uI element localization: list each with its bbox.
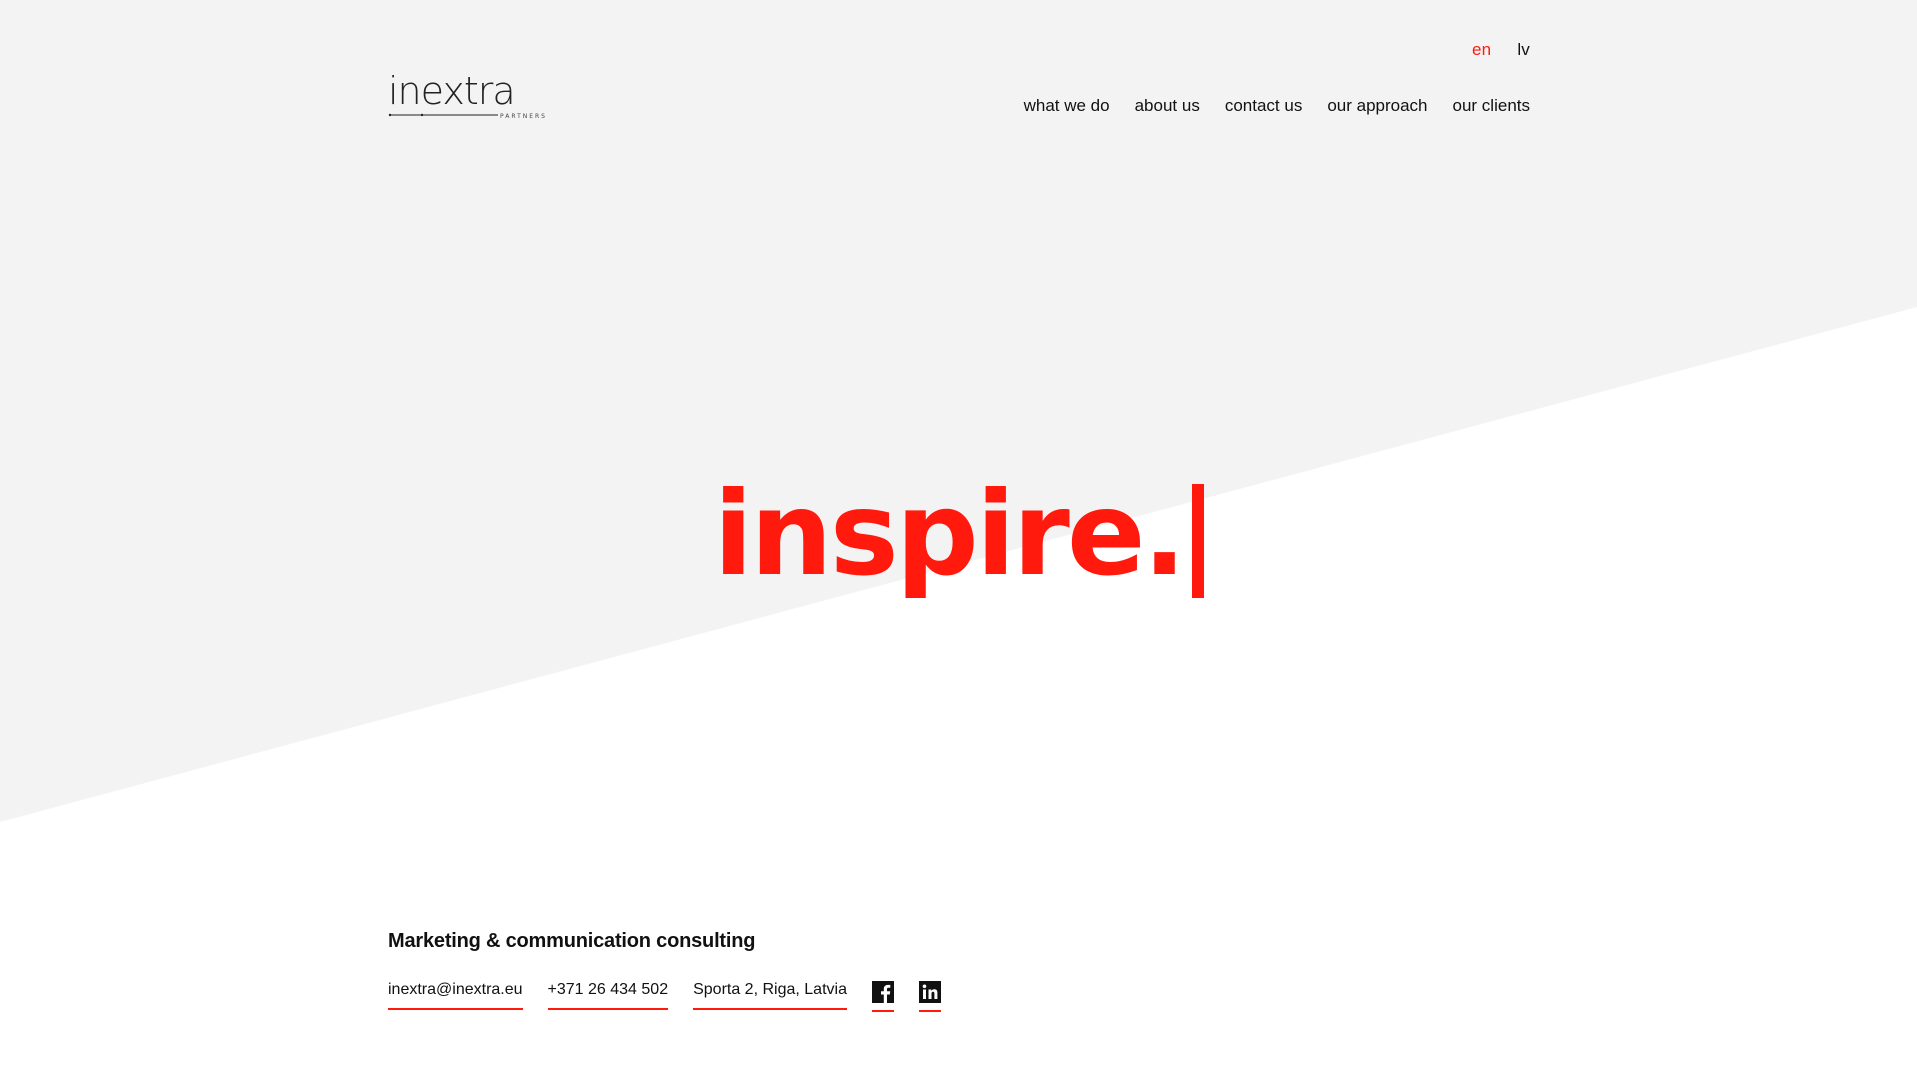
svg-text:PARTNERS: PARTNERS (500, 113, 547, 120)
email-link[interactable]: inextra@inextra.eu (388, 981, 523, 1010)
linkedin-icon (918, 981, 941, 1003)
linkedin-link[interactable] (918, 981, 941, 1012)
site-footer: Marketing & communication consulting ine… (388, 930, 941, 1012)
nav-what-we-do[interactable]: what we do (1024, 96, 1110, 116)
main-nav: what we do about us contact us our appro… (1024, 96, 1530, 116)
facebook-link[interactable] (871, 981, 894, 1012)
company-tagline: Marketing & communication consulting (388, 930, 756, 952)
site-header: inextra PARTNERS en lv what we do about … (388, 0, 1530, 140)
lang-lv-link[interactable]: lv (1517, 40, 1530, 60)
facebook-icon (871, 981, 894, 1003)
lang-en-link[interactable]: en (1472, 40, 1491, 60)
hero-headline: inspire. (713, 467, 1186, 602)
phone-link[interactable]: +371 26 434 502 (547, 981, 669, 1010)
inextra-logo[interactable]: inextra PARTNERS (388, 70, 554, 120)
contact-links: inextra@inextra.eu +371 26 434 502 Sport… (388, 981, 941, 1012)
nav-our-approach[interactable]: our approach (1327, 96, 1427, 116)
hero-section: inspire. (0, 470, 1917, 600)
language-switcher: en lv (1472, 40, 1530, 60)
address-link[interactable]: Sporta 2, Riga, Latvia (693, 981, 847, 1010)
svg-text:inextra: inextra (388, 70, 515, 113)
nav-our-clients[interactable]: our clients (1453, 96, 1530, 116)
nav-contact-us[interactable]: contact us (1225, 96, 1303, 116)
nav-about-us[interactable]: about us (1135, 96, 1200, 116)
typing-cursor (1191, 484, 1204, 598)
